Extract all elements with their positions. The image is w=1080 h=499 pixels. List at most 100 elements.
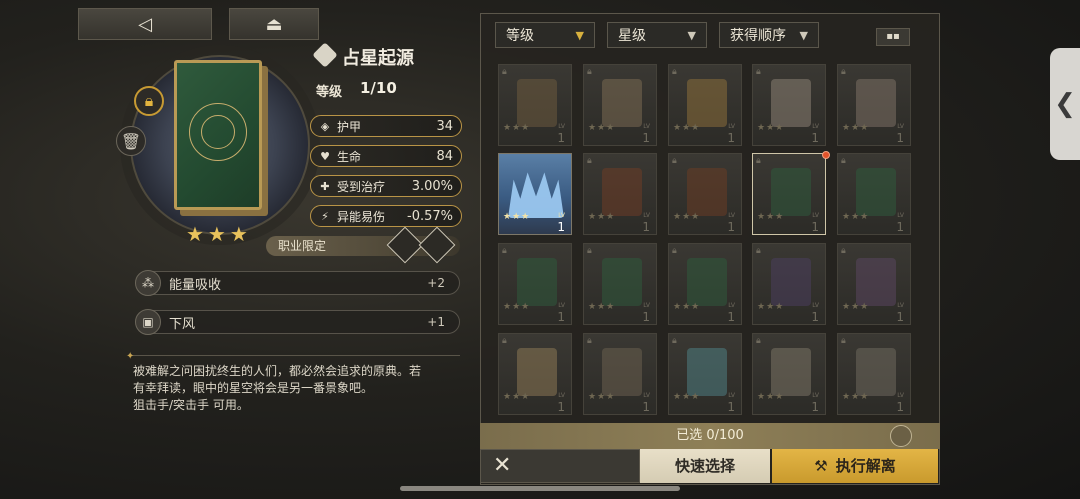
- slot-stars: ★★★: [757, 212, 785, 222]
- lock-icon: 🔒︎: [756, 246, 761, 256]
- selection-count: 已选 0/100: [676, 428, 744, 443]
- perk-value: +1: [427, 315, 445, 329]
- slot-level-value: 1: [896, 400, 904, 414]
- assault-class-icon[interactable]: [418, 226, 456, 264]
- shield-icon: ◈: [320, 119, 330, 133]
- inventory-slot[interactable]: 🔒︎ ★★★ LV 1: [583, 153, 657, 235]
- item-thumbnail: [687, 348, 727, 396]
- quick-select-button[interactable]: 快速选择: [640, 449, 770, 483]
- inventory-slot[interactable]: 🔒︎ ★★★ LV 1: [837, 243, 911, 325]
- slot-stars: ★★★: [673, 123, 701, 133]
- slot-level-label: LV: [643, 123, 650, 130]
- slot-level-value: 1: [642, 310, 650, 324]
- slot-level-value: 1: [727, 400, 735, 414]
- new-item-indicator: [822, 151, 830, 159]
- close-button[interactable]: ✕: [480, 449, 640, 483]
- item-thumbnail: [508, 172, 564, 218]
- inventory-slot[interactable]: 🔒︎ ★★★ LV 1: [668, 333, 742, 415]
- slot-level-value: 1: [557, 400, 565, 414]
- slot-stars: ★★★: [588, 302, 616, 312]
- grid-view-toggle[interactable]: ▪▪: [876, 28, 910, 46]
- slot-level-label: LV: [643, 212, 650, 219]
- inventory-slot[interactable]: ★★★ LV 1: [498, 153, 572, 235]
- inventory-slot[interactable]: 🔒︎ ★★★ LV 1: [498, 64, 572, 146]
- inventory-slot[interactable]: 🔒︎ ★★★ LV 1: [583, 333, 657, 415]
- stat-name: 护甲: [337, 119, 362, 134]
- lock-icon: 🔒︎: [672, 246, 677, 256]
- chevron-left-icon: ❮: [1054, 89, 1076, 119]
- dismantle-button[interactable]: ⚒ 执行解离: [772, 449, 938, 483]
- slot-stars: ★★★: [842, 212, 870, 222]
- perk-row-downwind[interactable]: ▣ 下风 +1: [135, 309, 460, 335]
- item-thumbnail: [517, 348, 557, 396]
- slot-level-label: LV: [643, 302, 650, 309]
- slot-level-label: LV: [558, 123, 565, 130]
- slot-level-value: 1: [557, 131, 565, 145]
- inventory-slot[interactable]: 🔒︎ ★★★ LV 1: [668, 153, 742, 235]
- inventory-slot[interactable]: 🔒︎ ★★★ LV 1: [837, 333, 911, 415]
- inventory-slot[interactable]: 🔒︎ ★★★ LV 1: [752, 153, 826, 235]
- slot-level-value: 1: [811, 131, 819, 145]
- lock-icon: 🔒︎: [502, 246, 507, 256]
- inventory-slot[interactable]: 🔒︎ ★★★ LV 1: [668, 64, 742, 146]
- filter-order-dropdown[interactable]: 获得顺序 ▼: [719, 22, 819, 48]
- heart-icon: ♥: [320, 149, 330, 163]
- inventory-slot[interactable]: 🔒︎ ★★★ LV 1: [668, 243, 742, 325]
- slot-level-label: LV: [812, 302, 819, 309]
- side-drawer-tab[interactable]: ❮: [1050, 48, 1080, 160]
- collapse-button[interactable]: ⏏: [229, 8, 319, 40]
- discard-button[interactable]: 🗑︎: [116, 126, 146, 156]
- slot-level-value: 1: [811, 400, 819, 414]
- lock-icon: 🔒︎: [672, 336, 677, 346]
- perk-row-energy-absorb[interactable]: ⁂ 能量吸收 +2: [135, 270, 460, 296]
- select-all-toggle[interactable]: [890, 425, 912, 447]
- slot-stars: ★★★: [673, 212, 701, 222]
- item-description: 被难解之问困扰终生的人们，都必然会追求的原典。若 有幸拜读，眼中的星空将会是另一…: [133, 364, 422, 412]
- inventory-slot[interactable]: 🔒︎ ★★★ LV 1: [498, 243, 572, 325]
- stat-value: -0.57%: [407, 208, 453, 224]
- inventory-slot[interactable]: 🔒︎ ★★★ LV 1: [837, 64, 911, 146]
- stat-row-healing-received: ✚ 受到治疗 3.00%: [310, 175, 462, 197]
- lock-icon: 🔒︎: [587, 156, 592, 166]
- item-thumbnail: [687, 79, 727, 127]
- item-thumbnail: [517, 79, 557, 127]
- back-button[interactable]: ◁: [78, 8, 212, 40]
- stat-value: 3.00%: [411, 178, 453, 194]
- inventory-slot[interactable]: 🔒︎ ★★★ LV 1: [752, 64, 826, 146]
- inventory-slot[interactable]: 🔒︎ ★★★ LV 1: [498, 333, 572, 415]
- inventory-slot[interactable]: 🔒︎ ★★★ LV 1: [583, 64, 657, 146]
- inventory-slot[interactable]: 🔒︎ ★★★ LV 1: [837, 153, 911, 235]
- inventory-slot[interactable]: 🔒︎ ★★★ LV 1: [583, 243, 657, 325]
- chevron-down-icon: ▼: [575, 28, 584, 42]
- trash-icon: 🗑︎: [120, 131, 142, 151]
- perk-value: +2: [427, 276, 445, 290]
- filter-level-dropdown[interactable]: 等级 ▼: [495, 22, 595, 48]
- lock-button[interactable]: 🔒︎: [134, 86, 164, 116]
- filter-star-dropdown[interactable]: 星级 ▼: [607, 22, 707, 48]
- lock-icon: 🔒︎: [756, 67, 761, 77]
- level-value: 1/10: [360, 79, 397, 97]
- slot-stars: ★★★: [842, 392, 870, 402]
- inventory-slot[interactable]: 🔒︎ ★★★ LV 1: [752, 333, 826, 415]
- slot-stars: ★★★: [588, 212, 616, 222]
- slot-stars: ★★★: [503, 123, 531, 133]
- anomaly-icon: ⚡: [321, 209, 329, 223]
- slot-stars: ★★★: [673, 392, 701, 402]
- slot-level-value: 1: [557, 310, 565, 324]
- slot-level-label: LV: [812, 212, 819, 219]
- item-thumbnail: [771, 79, 811, 127]
- lock-icon: 🔒︎: [587, 67, 592, 77]
- close-icon: ✕: [493, 453, 512, 478]
- slot-level-value: 1: [642, 131, 650, 145]
- item-thumbnail: [602, 258, 642, 306]
- item-thumbnail: [856, 79, 896, 127]
- lock-icon: 🔒︎: [502, 336, 507, 346]
- level-label: 等级: [316, 85, 343, 100]
- inventory-slot[interactable]: 🔒︎ ★★★ LV 1: [752, 243, 826, 325]
- slot-stars: ★★★: [757, 302, 785, 312]
- slot-level-label: LV: [728, 302, 735, 309]
- slot-level-value: 1: [557, 220, 565, 234]
- chevron-down-icon: ▼: [799, 28, 808, 42]
- lock-icon: 🔒︎: [587, 246, 592, 256]
- slot-level-label: LV: [812, 392, 819, 399]
